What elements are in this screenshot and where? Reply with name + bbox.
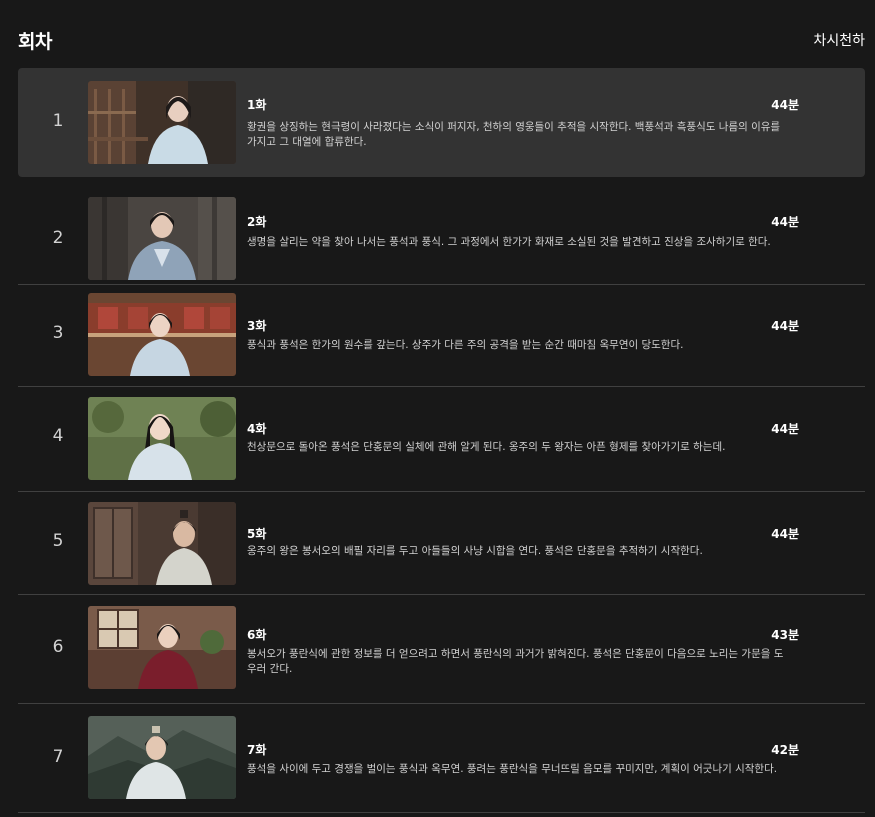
episode-description: 풍식과 풍석은 한가의 원수를 갚는다. 상주가 다른 주의 공격을 받는 순간…	[247, 339, 684, 351]
episode-title: 5화	[247, 527, 267, 541]
episode-duration: 43분	[771, 628, 799, 642]
episode-thumbnail[interactable]	[88, 397, 236, 480]
episode-description: 생명을 살리는 약을 찾아 나서는 풍석과 풍식. 그 과정에서 한가가 화재로…	[247, 236, 771, 248]
episode-thumbnail[interactable]	[88, 606, 236, 689]
episode-list: 1 1화 44분 황권을 상징하는 현극령이 사라졌다는 소식이 퍼지자, 천하…	[18, 68, 865, 813]
episode-row[interactable]: 3 3화 44분 풍식과 풍석은 한가의 원수를 갚는다. 상주가 다른 주의	[18, 285, 865, 387]
episodes-panel: 회차 차시천하 1 1화 44분 황권을 상징하는 현극령이 사라졌다는 소식이…	[0, 0, 875, 817]
episode-duration: 44분	[771, 422, 799, 436]
episode-number: 4	[52, 426, 64, 446]
episode-duration: 42분	[771, 743, 799, 757]
episode-thumbnail[interactable]	[88, 716, 236, 799]
episode-thumbnail[interactable]	[88, 293, 236, 376]
episode-title: 7화	[247, 743, 267, 757]
episode-number: 3	[52, 323, 64, 343]
episode-row[interactable]: 6 6화 43분 봉서오가 풍란식에 관한 정보를 더 얻으려고 하면서 풍란식…	[18, 595, 865, 704]
episode-description: 천상문으로 돌아온 풍석은 단홍문의 실체에 관해 알게 된다. 옹주의 두 왕…	[247, 441, 726, 453]
episode-duration: 44분	[771, 98, 799, 112]
episode-description: 옹주의 왕은 봉서오의 배필 자리를 두고 아들들의 사냥 시합을 연다. 풍석…	[247, 545, 703, 557]
episode-duration: 44분	[771, 527, 799, 541]
episode-number: 5	[52, 531, 64, 551]
episode-description: 풍석을 사이에 두고 경쟁을 벌이는 풍식과 옥무연. 풍려는 풍란식을 무너뜨…	[247, 763, 778, 775]
episode-thumbnail[interactable]	[88, 197, 236, 280]
episode-row[interactable]: 2 2화 44분 생명을 살리는 약을 찾아 나서는 풍석과 풍식. 그 과정에…	[18, 177, 865, 285]
episode-title: 3화	[247, 319, 267, 333]
episode-row[interactable]: 7 7화 42분 풍석을 사이에 두고 경쟁을 벌이는 풍식과 옥무연. 풍려는…	[18, 704, 865, 813]
episode-row[interactable]: 1 1화 44분 황권을 상징하는 현극령이 사라졌다는 소식이 퍼지자, 천하…	[18, 68, 865, 177]
episode-thumbnail[interactable]	[88, 502, 236, 585]
section-title: 회차	[18, 30, 52, 53]
episode-title: 1화	[247, 98, 267, 112]
episode-description: 황권을 상징하는 현극령이 사라졌다는 소식이 퍼지자, 천하의 영웅들이 추적…	[247, 121, 781, 148]
episodes-header: 회차 차시천하	[18, 26, 865, 54]
show-title: 차시천하	[813, 33, 865, 49]
episode-number: 7	[52, 747, 64, 767]
episode-number: 1	[52, 111, 64, 131]
episode-number: 6	[52, 637, 64, 657]
episode-title: 2화	[247, 215, 267, 229]
episode-duration: 44분	[771, 215, 799, 229]
episode-title: 6화	[247, 628, 267, 642]
episode-thumbnail[interactable]	[88, 81, 236, 164]
episode-row[interactable]: 4 4화 44분 천상문으로 돌아온 풍석은 단홍문의 실체에 관해 알게 된다…	[18, 387, 865, 492]
episode-row[interactable]: 5 5화 44분 옹주의 왕은 봉서오의 배필 자리를 두고 아들들의 사냥 시…	[18, 492, 865, 595]
episode-number: 2	[52, 228, 64, 248]
episode-description: 봉서오가 풍란식에 관한 정보를 더 얻으려고 하면서 풍란식의 과거가 밝혀진…	[247, 648, 784, 675]
episode-title: 4화	[247, 422, 267, 436]
episode-duration: 44분	[771, 319, 799, 333]
